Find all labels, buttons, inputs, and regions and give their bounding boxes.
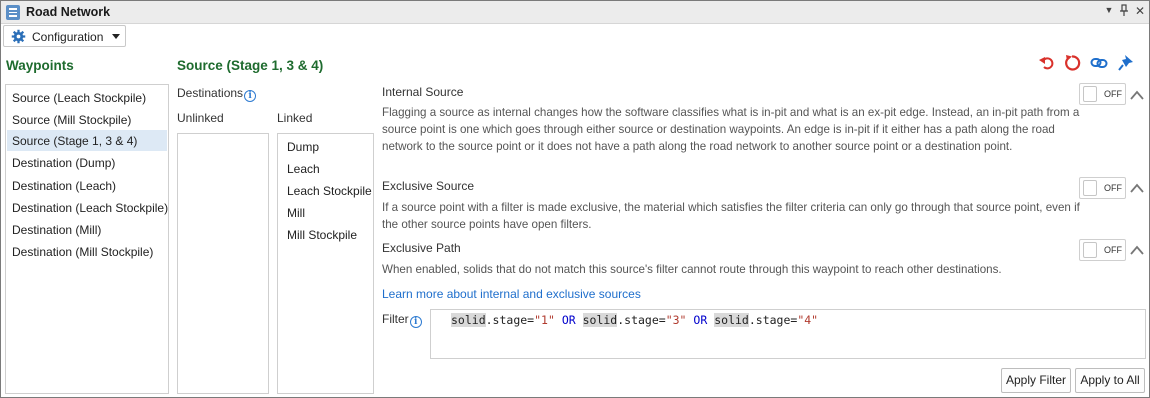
toggle-knob xyxy=(1083,242,1097,258)
waypoint-item[interactable]: Destination (Leach) xyxy=(7,175,167,196)
toggle-knob xyxy=(1083,180,1097,196)
reset-icon[interactable] xyxy=(1063,54,1081,72)
chevron-up-icon[interactable] xyxy=(1129,181,1145,195)
unlinked-list[interactable] xyxy=(177,133,269,394)
exclusive-path-description: When enabled, solids that do not match t… xyxy=(382,263,1002,276)
waypoint-item[interactable]: Destination (Dump) xyxy=(7,152,167,173)
internal-source-description: Flagging a source as internal changes ho… xyxy=(382,106,1080,153)
linked-list[interactable]: Dump Leach Leach Stockpile Mill Mill Sto… xyxy=(277,133,374,394)
pin-window-icon[interactable] xyxy=(1117,4,1131,20)
exclusive-path-toggle[interactable]: OFF xyxy=(1079,239,1126,261)
undo-icon[interactable] xyxy=(1038,54,1056,72)
apply-filter-button[interactable]: Apply Filter xyxy=(1001,368,1071,393)
linked-label: Linked xyxy=(277,111,313,125)
destinations-text: Destinations xyxy=(177,86,244,100)
filter-token-identifier: solid xyxy=(451,313,486,327)
filter-token-string: "4" xyxy=(797,313,819,327)
destinations-label: Destinations i xyxy=(177,86,257,102)
close-icon[interactable]: ✕ xyxy=(1133,4,1147,18)
filter-token-string: "3" xyxy=(665,313,687,327)
toggle-state: OFF xyxy=(1104,183,1122,193)
learn-more-link[interactable]: Learn more about internal and exclusive … xyxy=(382,287,641,301)
waypoint-item-selected[interactable]: Source (Stage 1, 3 & 4) xyxy=(7,130,167,151)
filter-token: .stage= xyxy=(617,313,666,327)
filter-text: Filter xyxy=(382,312,409,326)
dropdown-arrow-icon[interactable]: ▼ xyxy=(1102,5,1116,15)
gear-icon xyxy=(11,29,26,44)
exclusive-source-title: Exclusive Source xyxy=(382,179,475,193)
unlinked-label: Unlinked xyxy=(177,111,224,125)
linked-item[interactable]: Mill Stockpile xyxy=(287,228,357,242)
toggle-state: OFF xyxy=(1104,245,1122,255)
window-title: Road Network xyxy=(26,5,111,19)
chevron-down-icon xyxy=(112,34,120,39)
waypoint-item[interactable]: Source (Leach Stockpile) xyxy=(7,87,167,108)
configuration-dropdown[interactable]: Configuration xyxy=(3,25,126,47)
title-bar: Road Network ▼ ✕ xyxy=(1,1,1149,24)
waypoint-item[interactable]: Destination (Leach Stockpile) xyxy=(7,197,168,218)
apply-to-all-button[interactable]: Apply to All xyxy=(1075,368,1145,393)
filter-label: Filter i xyxy=(382,312,422,328)
exclusive-path-title: Exclusive Path xyxy=(382,241,461,255)
waypoint-item[interactable]: Source (Mill Stockpile) xyxy=(7,109,167,130)
source-heading: Source (Stage 1, 3 & 4) xyxy=(177,58,324,73)
waypoints-list: Source (Leach Stockpile) Source (Mill St… xyxy=(5,84,169,394)
chevron-up-icon[interactable] xyxy=(1129,243,1145,257)
internal-source-title: Internal Source xyxy=(382,85,464,99)
exclusive-source-toggle[interactable]: OFF xyxy=(1079,177,1126,199)
filter-token-keyword: OR xyxy=(561,313,576,327)
waypoints-heading: Waypoints xyxy=(6,58,74,73)
info-icon[interactable]: i xyxy=(244,90,257,102)
linked-item[interactable]: Leach xyxy=(287,162,320,176)
waypoint-item[interactable]: Destination (Mill) xyxy=(7,219,167,240)
toggle-knob xyxy=(1083,86,1097,102)
linked-item[interactable]: Dump xyxy=(287,140,319,154)
link-icon[interactable] xyxy=(1090,54,1108,72)
filter-token: .stage= xyxy=(485,313,535,327)
chevron-up-icon[interactable] xyxy=(1129,88,1145,102)
info-icon[interactable]: i xyxy=(409,316,422,328)
filter-token-string: "1" xyxy=(534,313,555,327)
filter-token-keyword: OR xyxy=(693,313,708,327)
configuration-label: Configuration xyxy=(32,30,104,44)
filter-input[interactable]: solid.stage="1" OR solid.stage="3" OR so… xyxy=(430,309,1146,359)
toggle-state: OFF xyxy=(1104,89,1122,99)
internal-source-toggle[interactable]: OFF xyxy=(1079,83,1126,105)
pin-icon[interactable] xyxy=(1117,54,1135,72)
waypoint-item[interactable]: Destination (Mill Stockpile) xyxy=(7,241,167,262)
filter-token: .stage= xyxy=(748,313,798,327)
filter-token-identifier: solid xyxy=(714,313,749,327)
linked-item[interactable]: Leach Stockpile xyxy=(287,184,372,198)
filter-token-identifier: solid xyxy=(582,313,618,327)
menu-icon[interactable] xyxy=(6,5,20,20)
linked-item[interactable]: Mill xyxy=(287,206,305,220)
exclusive-source-description: If a source point with a filter is made … xyxy=(382,201,1080,231)
